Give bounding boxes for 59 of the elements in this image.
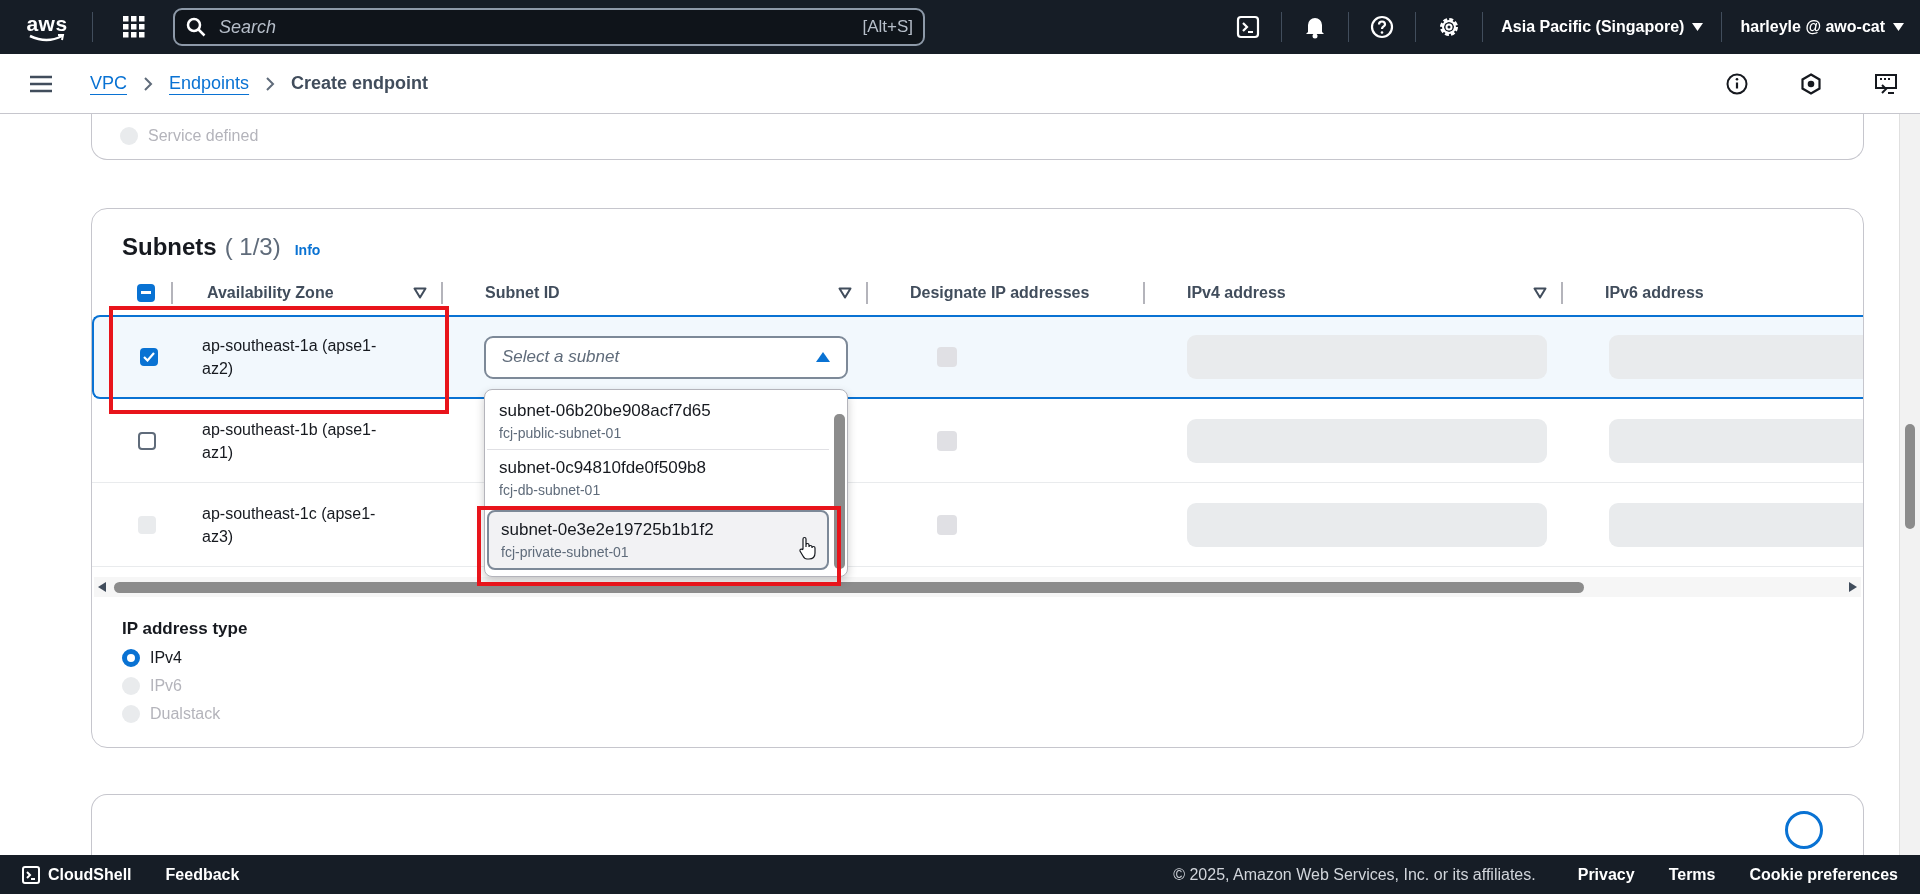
column-header: Designate IP addresses: [910, 284, 1090, 303]
menu-icon[interactable]: [30, 74, 52, 93]
column-header[interactable]: Availability Zone: [207, 284, 334, 303]
minus-icon: [141, 291, 151, 296]
chevron-icon: [143, 75, 153, 92]
aws-logo[interactable]: aws: [22, 12, 72, 42]
selection-count: ( 1/3): [224, 233, 281, 262]
caret-icon: [1893, 23, 1904, 31]
page-scrollbar[interactable]: [1899, 114, 1920, 855]
hexagon-icon[interactable]: [1800, 72, 1822, 95]
chevron-icon: [265, 75, 276, 92]
row-checkbox[interactable]: [140, 348, 158, 367]
region-selector[interactable]: Asia Pacific (Singapore): [1495, 18, 1710, 36]
dropdown-option[interactable]: subnet-06b20be908acf7d65 fcj-public-subnet-01: [487, 393, 829, 451]
info-link[interactable]: Info: [294, 242, 321, 259]
dropdown-scrollbar[interactable]: [834, 414, 845, 570]
footer-link[interactable]: Cookie preferences: [1749, 865, 1898, 884]
circle-icon[interactable]: [1785, 811, 1823, 849]
info-icon[interactable]: [1726, 72, 1748, 95]
search-icon: [186, 17, 206, 37]
screen-icon[interactable]: [1874, 72, 1898, 95]
filter-icon[interactable]: [413, 287, 427, 300]
caret-icon: [1692, 23, 1704, 31]
dropdown-option[interactable]: subnet-0e3e2e19725b1b1f2 fcj-private-subnet-01: [487, 510, 829, 571]
breadcrumb-current: Create endpoint: [291, 73, 429, 94]
section-title: Subnets: [122, 233, 217, 262]
column-header: IPv6 address: [1605, 284, 1704, 303]
scroll-right-icon[interactable]: [1849, 582, 1857, 593]
caret-icon: [816, 352, 830, 363]
shortcut-hint: [Alt+S]: [862, 17, 913, 37]
select-all-checkbox[interactable]: [137, 284, 155, 303]
radio-label: IPv6: [150, 677, 182, 696]
column-header[interactable]: IPv4 address: [1187, 284, 1286, 303]
footer-link[interactable]: Terms: [1668, 865, 1716, 884]
filter-icon[interactable]: [1533, 287, 1547, 300]
radio-label: Dualstack: [150, 705, 221, 724]
pointer-hand-icon: [797, 536, 817, 561]
table-cell-text: ap-southeast-1a (apse1-az2): [201, 336, 378, 380]
terminal-icon: [22, 865, 40, 884]
radio-label: Service defined: [148, 127, 259, 146]
dropdown-option[interactable]: subnet-0c94810fde0f509b8 fcj-db-subnet-01: [487, 450, 829, 508]
breadcrumb-link[interactable]: VPC: [90, 73, 127, 94]
feedback-link[interactable]: Feedback: [165, 865, 240, 884]
filter-icon[interactable]: [838, 287, 852, 300]
cloudshell-button[interactable]: CloudShell: [22, 865, 132, 884]
copyright-text: © 2025, Amazon Web Services, Inc. or its affiliates.: [1173, 865, 1536, 884]
column-header[interactable]: Subnet ID: [485, 284, 560, 303]
field-label: IP address type: [122, 619, 249, 640]
breadcrumb-link[interactable]: Endpoints: [169, 73, 250, 94]
footer-link[interactable]: Privacy: [1577, 865, 1635, 884]
table-cell-text: ap-southeast-1b (apse1-az1): [201, 419, 378, 463]
subnet-select[interactable]: Select a subnet: [484, 335, 848, 379]
account-menu[interactable]: harleyle @ awo-cat: [1734, 18, 1910, 36]
radio-button[interactable]: [122, 649, 140, 668]
radio-label: IPv4: [150, 649, 182, 668]
row-checkbox[interactable]: [138, 431, 156, 450]
scroll-left-icon[interactable]: [98, 582, 106, 593]
table-cell-text: ap-southeast-1c (apse1-az3): [201, 503, 377, 547]
horizontal-scrollbar[interactable]: [94, 577, 1861, 598]
